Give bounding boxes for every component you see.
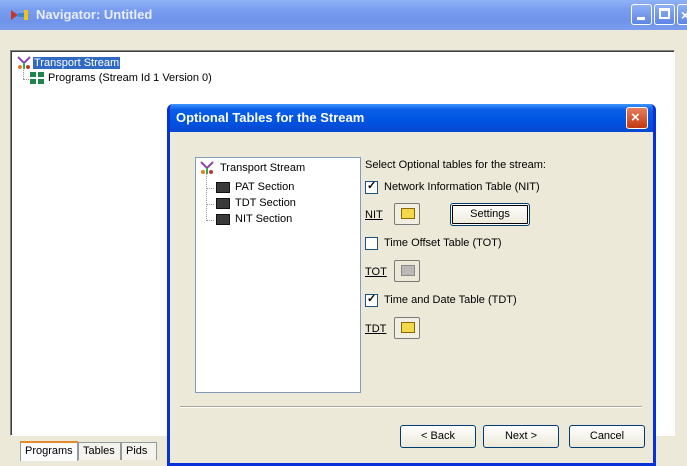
- programs-icon: [30, 72, 44, 84]
- tree-node-programs[interactable]: Programs (Stream Id 1 Version 0): [30, 72, 213, 85]
- folder-icon: [401, 322, 415, 333]
- tree-connector: [206, 204, 214, 205]
- dialog-title-bar[interactable]: Optional Tables for the Stream ×: [170, 104, 653, 132]
- navigator-app-icon: [11, 10, 28, 20]
- section-icon: [216, 197, 230, 209]
- close-icon: ×: [681, 7, 687, 23]
- dialog-tree-root[interactable]: Transport Stream: [200, 161, 305, 175]
- folder-icon: [401, 208, 415, 219]
- tree-node-label: Programs (Stream Id 1 Version 0): [48, 72, 212, 85]
- transport-stream-icon: [200, 161, 214, 174]
- nit-checkbox[interactable]: ✓: [365, 180, 378, 194]
- tot-checkbox[interactable]: [365, 237, 378, 250]
- tdt-checkbox-label[interactable]: Time and Date Table (TDT): [384, 294, 517, 306]
- window-title: Navigator: Untitled: [36, 7, 153, 22]
- tot-field-label: TOT: [365, 266, 387, 278]
- close-button[interactable]: ×: [677, 4, 687, 25]
- dialog-tree-item[interactable]: PAT Section: [216, 181, 294, 193]
- tab-pids[interactable]: Pids: [121, 442, 157, 460]
- checkmark-icon: ✓: [367, 180, 377, 192]
- dialog-separator: [180, 406, 642, 408]
- tree-node-transport-stream[interactable]: Transport Stream: [17, 56, 121, 70]
- tot-folder-button[interactable]: [394, 260, 420, 282]
- nit-folder-button[interactable]: [394, 203, 420, 225]
- close-icon: ×: [631, 109, 640, 126]
- dialog-title: Optional Tables for the Stream: [176, 110, 365, 125]
- dialog-tree-item[interactable]: NIT Section: [216, 213, 292, 225]
- minimize-button[interactable]: [631, 4, 652, 25]
- tree-connector: [206, 220, 214, 221]
- dialog-tree-item-label: PAT Section: [235, 181, 295, 193]
- section-icon: [216, 213, 230, 225]
- dialog-tree-item-label: TDT Section: [235, 197, 296, 209]
- dialog-tree-item[interactable]: TDT Section: [216, 197, 296, 209]
- dialog-tree-item-label: NIT Section: [235, 213, 293, 225]
- tree-connector: [206, 174, 207, 221]
- dialog-close-button[interactable]: ×: [626, 107, 648, 129]
- cancel-button[interactable]: Cancel: [569, 425, 645, 448]
- minimize-icon: [637, 17, 645, 20]
- tree-node-label: Transport Stream: [33, 56, 121, 69]
- tab-programs[interactable]: Programs: [20, 441, 78, 461]
- tdt-checkbox[interactable]: ✓: [365, 293, 378, 307]
- dialog-tree-root-label: Transport Stream: [220, 161, 306, 174]
- back-button[interactable]: < Back: [400, 425, 476, 448]
- instruction-text: Select Optional tables for the stream:: [365, 159, 546, 171]
- nit-field-label: NIT: [365, 209, 383, 221]
- transport-stream-icon: [17, 56, 31, 69]
- tdt-field-label: TDT: [365, 323, 387, 335]
- tree-connector: [23, 79, 29, 80]
- tab-tables[interactable]: Tables: [78, 442, 121, 460]
- dialog-stream-tree[interactable]: Transport Stream PAT Section TDT Section…: [195, 157, 361, 393]
- tdt-folder-button[interactable]: [394, 317, 420, 339]
- next-button[interactable]: Next >: [483, 425, 559, 448]
- tree-connector: [23, 70, 24, 79]
- nit-checkbox-label[interactable]: Network Information Table (NIT): [384, 181, 540, 193]
- window-title-bar[interactable]: Navigator: Untitled ×: [0, 0, 687, 30]
- checkmark-icon: ✓: [367, 293, 377, 305]
- optional-tables-dialog: Optional Tables for the Stream × Transpo…: [167, 104, 656, 466]
- maximize-button[interactable]: [654, 4, 675, 25]
- section-icon: [216, 181, 230, 193]
- tot-checkbox-label[interactable]: Time Offset Table (TOT): [384, 237, 502, 249]
- maximize-icon: [659, 8, 670, 19]
- folder-icon: [401, 265, 415, 276]
- tree-connector: [206, 188, 214, 189]
